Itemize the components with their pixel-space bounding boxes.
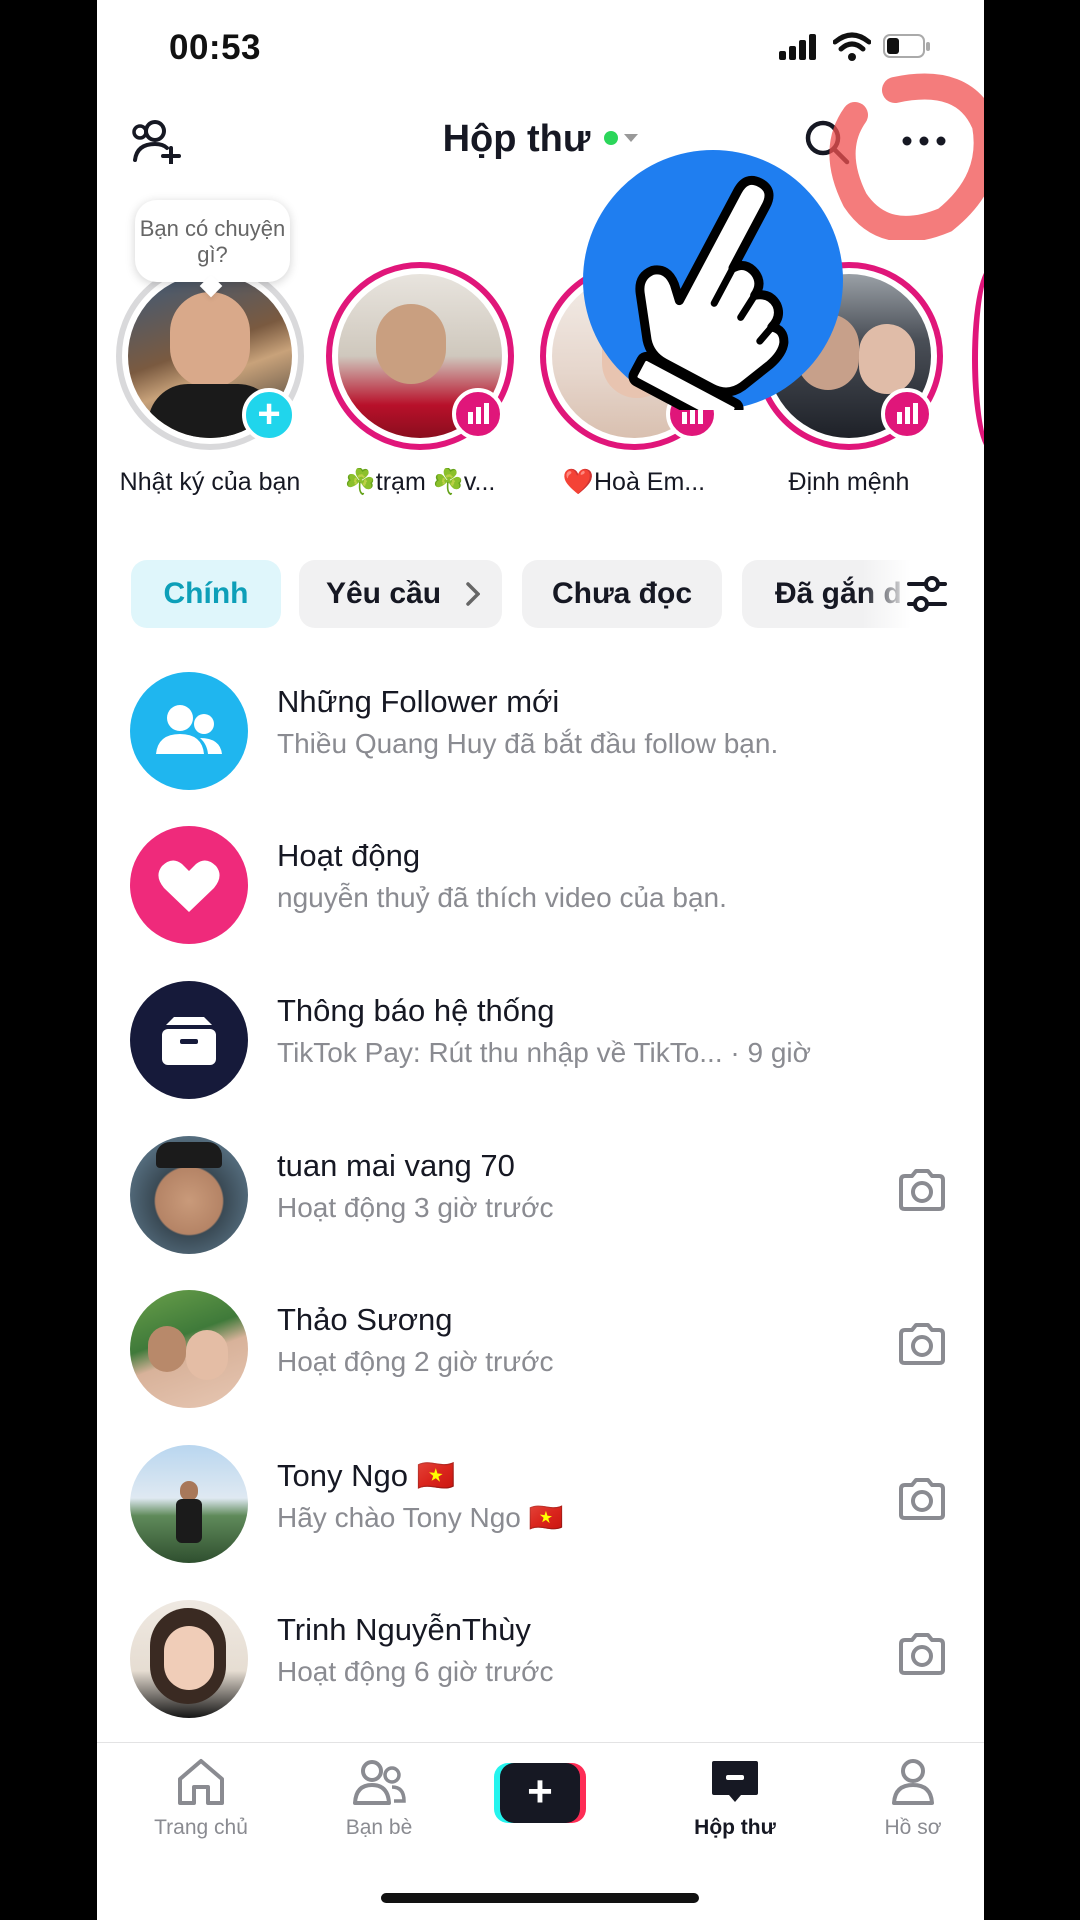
story-item[interactable]: ☘️trạm ☘️v... bbox=[320, 262, 520, 497]
avatar bbox=[130, 1445, 248, 1563]
row-title: Tony Ngo 🇻🇳 bbox=[277, 1458, 456, 1493]
row-title: tuan mai vang 70 bbox=[277, 1148, 515, 1183]
row-subtitle: Hoạt động 3 giờ trước bbox=[277, 1192, 554, 1223]
battery-icon bbox=[883, 34, 931, 60]
highlight-circle-annotation bbox=[829, 73, 984, 240]
tab-requests-label: Yêu cầu bbox=[325, 577, 442, 610]
inbox-icon bbox=[712, 1761, 758, 1802]
row-subtitle: Hãy chào Tony Ngo 🇻🇳 bbox=[277, 1502, 564, 1533]
camera-icon[interactable] bbox=[897, 1322, 947, 1366]
nav-home[interactable]: Trang chủ bbox=[121, 1757, 281, 1840]
avatar bbox=[130, 1290, 248, 1408]
story-name: ☘️trạm ☘️v... bbox=[344, 468, 496, 496]
row-subtitle: Hoạt động 6 giờ trước bbox=[277, 1656, 554, 1687]
camera-icon[interactable] bbox=[897, 1632, 947, 1676]
story-item-partial[interactable] bbox=[972, 265, 984, 453]
nav-label: Hồ sơ bbox=[884, 1816, 942, 1839]
story-prompt-bubble[interactable]: Bạn có chuyện gì? bbox=[135, 200, 290, 282]
nav-label: Trang chủ bbox=[154, 1816, 248, 1839]
live-bars-icon bbox=[881, 388, 933, 440]
row-subtitle: Thiều Quang Huy đã bắt đầu follow bạn. bbox=[277, 728, 779, 759]
pointing-hand-icon bbox=[628, 175, 789, 434]
chevron-right-icon bbox=[466, 582, 480, 606]
tab-unread[interactable]: Chưa đọc bbox=[522, 560, 722, 628]
story-name: Định mệnh bbox=[788, 468, 910, 496]
home-indicator[interactable] bbox=[381, 1893, 699, 1903]
nav-label: Hộp thư bbox=[694, 1816, 776, 1839]
phone-screen: 00:53 Hộp thư + Nhật ký của bạn Bạn có c… bbox=[97, 0, 984, 1920]
camera-icon[interactable] bbox=[897, 1168, 947, 1212]
page-title: Hộp thư bbox=[442, 118, 591, 160]
system-inbox-icon bbox=[130, 981, 248, 1099]
nav-label: Bạn bè bbox=[345, 1816, 413, 1839]
friends-icon bbox=[353, 1760, 406, 1805]
list-item-activity[interactable]: Hoạt động nguyễn thuỷ đã thích video của… bbox=[97, 806, 984, 956]
row-title: Hoạt động bbox=[277, 838, 421, 873]
row-title: Thông báo hệ thống bbox=[277, 993, 555, 1028]
list-item-chat[interactable]: Thảo Sương Hoạt động 2 giờ trước bbox=[97, 1270, 984, 1420]
list-item-new-followers[interactable]: Những Follower mới Thiều Quang Huy đã bắ… bbox=[97, 652, 984, 802]
row-title: Trinh NguyễnThùy bbox=[277, 1612, 531, 1647]
home-icon bbox=[178, 1759, 224, 1805]
row-subtitle: nguyễn thuỷ đã thích video của bạn. bbox=[277, 882, 727, 913]
followers-icon bbox=[130, 672, 248, 790]
filter-icon[interactable] bbox=[905, 572, 949, 616]
tab-requests[interactable]: Yêu cầu bbox=[299, 560, 502, 628]
nav-profile[interactable]: Hồ sơ bbox=[833, 1757, 984, 1840]
camera-icon[interactable] bbox=[897, 1477, 947, 1521]
add-story-icon[interactable]: + bbox=[242, 388, 296, 442]
nav-inbox[interactable]: Hộp thư bbox=[655, 1757, 815, 1840]
status-time: 00:53 bbox=[169, 28, 262, 67]
tab-main[interactable]: Chính bbox=[131, 560, 281, 628]
nav-create[interactable]: + bbox=[460, 1763, 620, 1823]
row-title: Những Follower mới bbox=[277, 684, 560, 719]
pointing-hand-overlay bbox=[583, 150, 843, 434]
avatar bbox=[130, 1136, 248, 1254]
story-name: Nhật ký của bạn bbox=[119, 468, 301, 496]
list-item-system-notifications[interactable]: Thông báo hệ thống TikTok Pay: Rút thu n… bbox=[97, 961, 984, 1111]
heart-icon bbox=[130, 826, 248, 944]
nav-friends[interactable]: Bạn bè bbox=[299, 1757, 459, 1840]
profile-icon bbox=[892, 1759, 934, 1805]
story-name: ❤️Hoà Em... bbox=[562, 468, 706, 496]
list-item-chat[interactable]: tuan mai vang 70 Hoạt động 3 giờ trước bbox=[97, 1116, 984, 1266]
row-title: Thảo Sương bbox=[277, 1302, 453, 1337]
row-subtitle: Hoạt động 2 giờ trước bbox=[277, 1346, 554, 1377]
avatar bbox=[130, 1600, 248, 1718]
wifi-icon bbox=[833, 32, 871, 61]
row-subtitle: TikTok Pay: Rút thu nhập về TikTo... · 9… bbox=[277, 1037, 811, 1068]
list-item-chat[interactable]: Tony Ngo 🇻🇳 Hãy chào Tony Ngo 🇻🇳 bbox=[97, 1425, 984, 1575]
create-icon: + bbox=[494, 1763, 586, 1823]
live-bars-icon bbox=[452, 388, 504, 440]
cellular-signal-icon bbox=[779, 34, 819, 60]
chevron-down-icon bbox=[624, 133, 639, 142]
online-status-dot bbox=[604, 130, 619, 145]
list-item-chat[interactable]: Trinh NguyễnThùy Hoạt động 6 giờ trước bbox=[97, 1580, 984, 1730]
